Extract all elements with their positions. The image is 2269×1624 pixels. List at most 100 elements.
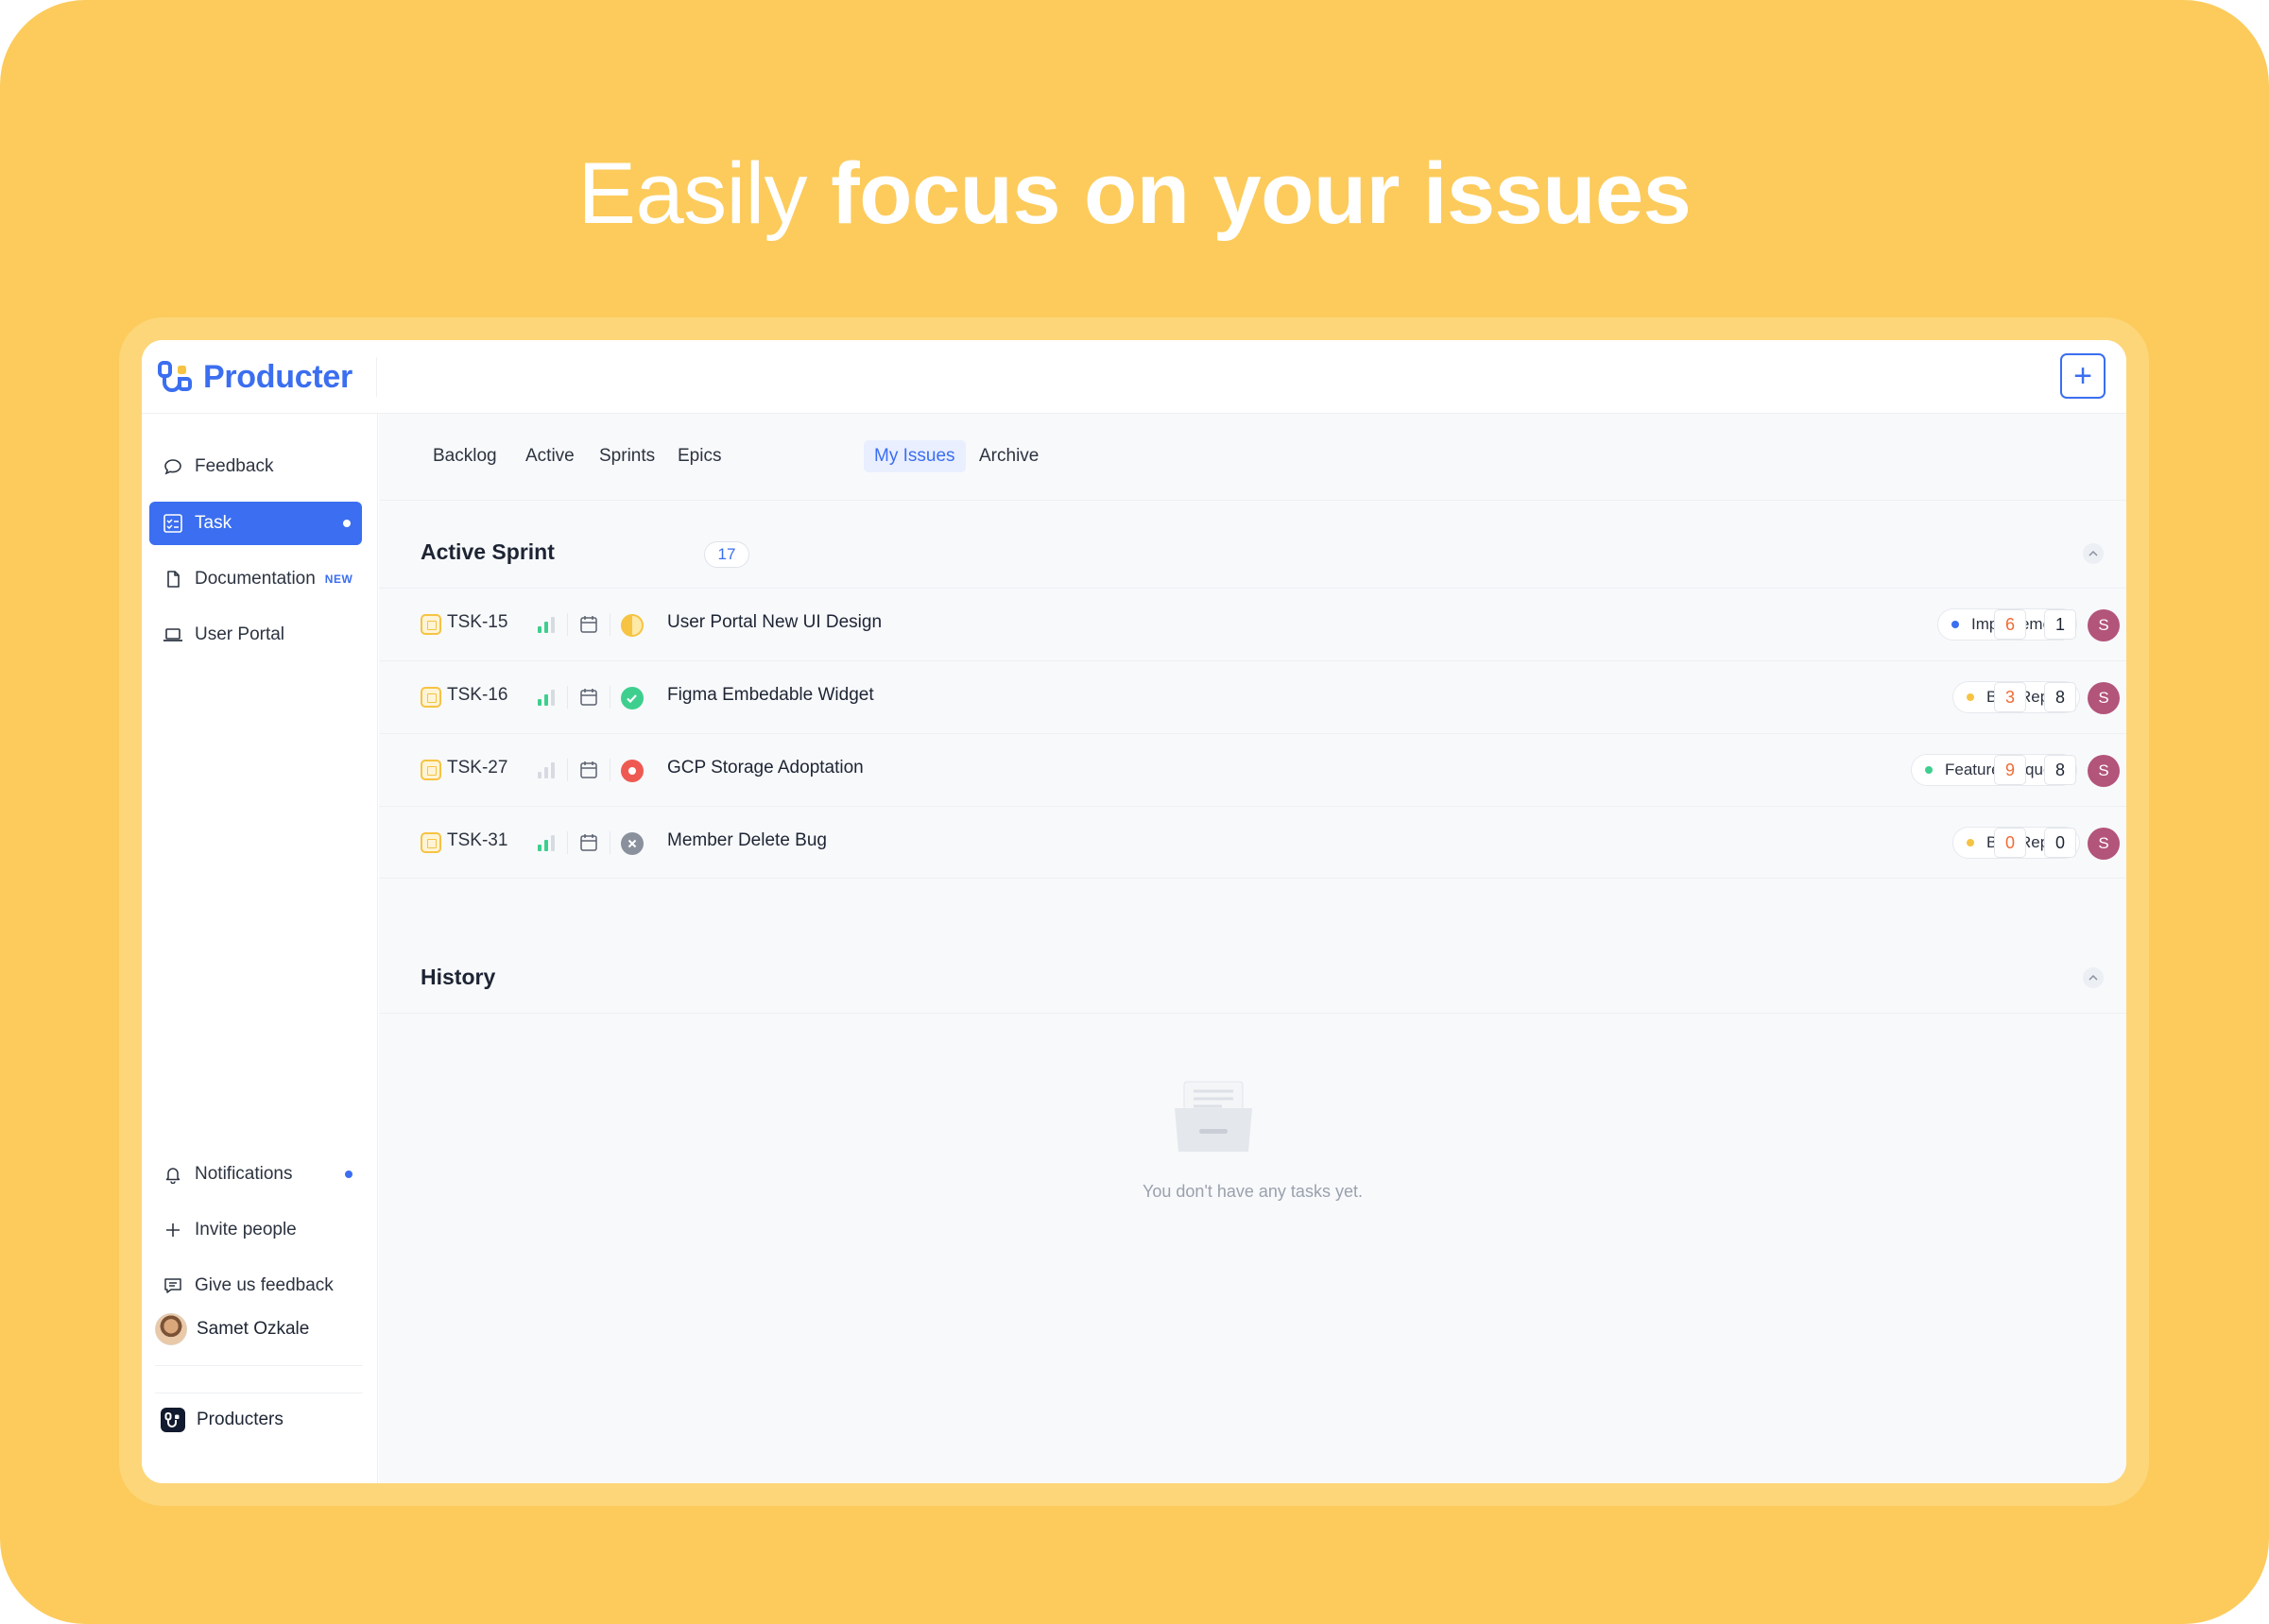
user-profile[interactable]: Samet Ozkale	[155, 1313, 309, 1345]
tab-sprints[interactable]: Sprints	[589, 440, 665, 472]
tabs-bar: Backlog Active Sprints Epics My Issues A…	[379, 414, 2126, 501]
issue-row[interactable]: TSK-27 GCP Storage Adoptation Feature Requ…	[379, 733, 2126, 806]
sidebar: Feedback Task Documentation NEW User Por…	[142, 414, 378, 1483]
tag-color-dot	[1967, 839, 1974, 846]
top-bar: Producter +	[142, 340, 2126, 414]
org-name: Producters	[197, 1410, 284, 1429]
task-type-icon	[421, 687, 441, 708]
calendar-icon[interactable]	[578, 832, 599, 853]
hero-headline: Easily focus on your issues	[0, 142, 2269, 246]
issue-id: TSK-15	[447, 612, 508, 632]
status-done-icon[interactable]	[621, 687, 644, 709]
assignee-avatar[interactable]: S	[2088, 828, 2120, 860]
user-avatar	[155, 1313, 187, 1345]
laptop-icon	[163, 624, 183, 645]
app-logo[interactable]: Producter	[158, 357, 352, 397]
issue-id: TSK-31	[447, 830, 508, 850]
issue-points[interactable]: 8	[2044, 682, 2076, 712]
sidebar-item-notifications[interactable]: Notifications	[149, 1153, 362, 1196]
chevron-up-icon	[2089, 974, 2098, 981]
sidebar-item-give-feedback[interactable]: Give us feedback	[149, 1264, 362, 1308]
bell-icon	[163, 1164, 183, 1185]
tab-my-issues[interactable]: My Issues	[864, 440, 966, 472]
sidebar-item-task[interactable]: Task	[149, 502, 362, 545]
column-divider	[567, 686, 568, 709]
issue-points[interactable]: 8	[2044, 755, 2076, 785]
tag-color-dot	[1967, 693, 1974, 701]
promo-background: Easily focus on your issues Producter +	[0, 0, 2269, 1624]
status-in-progress-icon[interactable]	[621, 614, 644, 637]
empty-state-text: You don't have any tasks yet.	[1143, 1182, 1363, 1201]
history-title: History	[421, 965, 496, 989]
issue-row[interactable]: TSK-16 Figma Embedable Widget Bug Report 3 8…	[379, 660, 2126, 733]
column-divider	[567, 759, 568, 781]
tab-active[interactable]: Active	[515, 440, 585, 472]
issue-points[interactable]: 1	[2044, 609, 2076, 640]
history-divider	[379, 1013, 2126, 1014]
tag-color-dot	[1925, 766, 1933, 774]
priority-bars-icon[interactable]	[535, 760, 558, 780]
user-name: Samet Ozkale	[197, 1319, 310, 1339]
producter-logo-icon	[158, 361, 192, 392]
tab-archive[interactable]: Archive	[969, 440, 1049, 472]
issue-title: User Portal New UI Design	[667, 612, 883, 632]
priority-bars-icon[interactable]	[535, 687, 558, 708]
message-icon	[163, 1275, 183, 1296]
issue-estimate[interactable]: 9	[1994, 755, 2026, 785]
calendar-icon[interactable]	[578, 760, 599, 780]
sidebar-item-feedback[interactable]: Feedback	[149, 445, 362, 488]
empty-folder-icon	[1175, 1081, 1252, 1152]
issue-row[interactable]: TSK-15User Portal New UI DesignImproveme…	[379, 588, 2126, 660]
status-cancelled-icon[interactable]	[621, 832, 644, 855]
plus-icon	[163, 1220, 183, 1240]
notification-dot	[345, 1171, 352, 1178]
sidebar-item-documentation[interactable]: Documentation NEW	[149, 557, 362, 601]
column-divider	[567, 831, 568, 854]
issue-estimate[interactable]: 3	[1994, 682, 2026, 712]
sidebar-item-invite-people[interactable]: Invite people	[149, 1208, 362, 1252]
active-sprint-title: Active Sprint	[421, 539, 555, 564]
chevron-up-icon	[2089, 550, 2098, 556]
issue-row[interactable]: TSK-31 Member Delete Bug Bug Report 0 0 S	[379, 806, 2126, 879]
priority-bars-icon[interactable]	[535, 614, 558, 635]
sidebar-item-label: User Portal	[195, 624, 285, 644]
priority-bars-icon[interactable]	[535, 832, 558, 853]
active-indicator-dot	[343, 520, 351, 527]
issue-id: TSK-16	[447, 685, 508, 705]
chat-bubble-icon	[163, 456, 183, 477]
issue-title: GCP Storage Adoptation	[667, 758, 864, 778]
sidebar-item-label: Feedback	[195, 456, 274, 476]
assignee-avatar[interactable]: S	[2088, 609, 2120, 641]
sidebar-item-label: Documentation	[195, 569, 316, 589]
assignee-avatar[interactable]: S	[2088, 755, 2120, 787]
issue-estimate[interactable]: 0	[1994, 828, 2026, 858]
status-blocked-icon[interactable]	[621, 760, 644, 782]
task-type-icon	[421, 760, 441, 780]
hero-light-text: Easily	[577, 145, 808, 242]
tab-epics[interactable]: Epics	[667, 440, 731, 472]
tag-color-dot	[1951, 621, 1959, 628]
app-window: Producter + Feedback Task Documentation …	[142, 340, 2126, 1483]
issue-title: Figma Embedable Widget	[667, 685, 874, 705]
collapse-active-sprint-button[interactable]	[2083, 543, 2104, 564]
calendar-icon[interactable]	[578, 687, 599, 708]
issue-points[interactable]: 0	[2044, 828, 2076, 858]
sidebar-item-user-portal[interactable]: User Portal	[149, 613, 362, 657]
calendar-icon[interactable]	[578, 614, 599, 635]
logo-text: Producter	[203, 358, 352, 395]
issue-id: TSK-27	[447, 758, 508, 778]
main-content: Backlog Active Sprints Epics My Issues A…	[379, 414, 2126, 1483]
sprint-count-badge: 17	[704, 541, 749, 568]
issue-estimate[interactable]: 6	[1994, 609, 2026, 640]
tab-backlog[interactable]: Backlog	[422, 440, 507, 472]
sidebar-separator	[155, 1365, 363, 1366]
assignee-avatar[interactable]: S	[2088, 682, 2120, 714]
topbar-divider	[376, 357, 377, 397]
issue-title: Member Delete Bug	[667, 830, 827, 850]
collapse-history-button[interactable]	[2083, 967, 2104, 988]
sidebar-item-label: Task	[195, 513, 232, 533]
organization-switcher[interactable]: Producters	[161, 1408, 284, 1432]
add-button[interactable]: +	[2060, 353, 2106, 399]
hero-bold-text: focus on your issues	[831, 145, 1692, 242]
task-list-icon	[163, 513, 183, 534]
